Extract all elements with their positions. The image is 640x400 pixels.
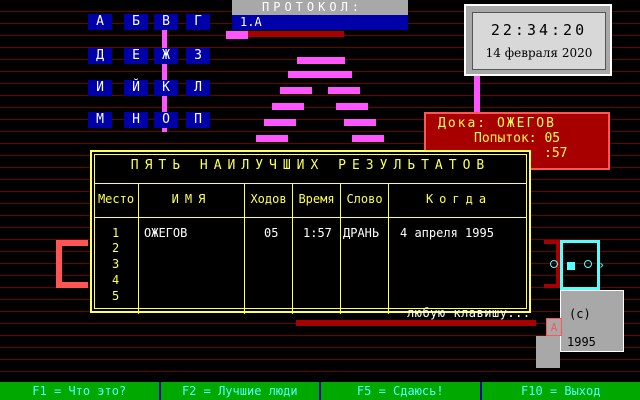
copyright-box: (с) 1995 — [560, 290, 624, 352]
row1-time: 1:57 — [303, 226, 332, 240]
clock-panel: 22:34:20 14 февраля 2020 — [464, 4, 612, 76]
header-word: Слово — [346, 192, 383, 206]
results-title: ПЯТЬ НАИЛУЧШИХ РЕЗУЛЬТАТОВ — [130, 158, 491, 173]
cyan-marker — [567, 262, 575, 270]
rank-3: 3 — [112, 257, 120, 271]
clock-face: 22:34:20 14 февраля 2020 — [472, 12, 606, 70]
header-name: ИМЯ — [171, 192, 212, 206]
row1-when: 4 апреля 1995 — [400, 226, 494, 240]
results-dialog: ПЯТЬ НАИЛУЧШИХ РЕЗУЛЬТАТОВ Место ИМЯ Ход… — [90, 150, 531, 314]
letter-key[interactable]: Н — [124, 112, 148, 128]
row1-word: ДРАНЬ — [343, 226, 380, 240]
letter-key[interactable]: Б — [124, 14, 148, 30]
letter-key[interactable]: П — [186, 112, 210, 128]
letter-key[interactable]: Л — [186, 80, 210, 96]
press-any-key: любую клавишу... — [407, 306, 531, 320]
status-bar: F1 = Что это? F2 = Лучшие люди F5 = Сдаю… — [0, 382, 640, 400]
copyright-year: 1995 — [567, 335, 596, 349]
letter-key[interactable]: М — [88, 112, 112, 128]
letter-key[interactable]: И — [88, 80, 112, 96]
letter-key[interactable]: Й — [124, 80, 148, 96]
f1-help-key[interactable]: F1 = Что это? — [0, 382, 161, 400]
title-separator — [94, 183, 527, 184]
rank-2: 2 — [112, 241, 120, 255]
cyan-frame — [560, 240, 600, 290]
protocol-title: ПРОТОКОЛ: — [232, 0, 408, 15]
f10-exit-key[interactable]: F10 = Выход — [482, 382, 640, 400]
letter-key[interactable]: О — [154, 112, 178, 128]
letter-key[interactable]: К — [154, 80, 178, 96]
rank-5: 5 — [112, 289, 120, 303]
copyright-mark: (с) — [569, 307, 591, 321]
cyan-arrow-icon: › — [598, 258, 606, 272]
copyright-letter: А — [546, 318, 562, 336]
protocol-underline — [232, 31, 344, 37]
letter-key[interactable]: Е — [124, 48, 148, 64]
header-when: Когда — [425, 192, 493, 206]
row1-name: ОЖЕГОВ — [144, 226, 188, 240]
letter-key[interactable]: В — [154, 14, 178, 30]
header-place: Место — [97, 192, 135, 206]
rank-4: 4 — [112, 273, 120, 287]
f5-give-up-key[interactable]: F5 = Сдаюсь! — [321, 382, 482, 400]
header-time: Время — [298, 192, 335, 206]
clock-time: 22:34:20 — [490, 21, 588, 39]
letter-key[interactable]: А — [88, 14, 112, 30]
player-time: :57 — [544, 146, 568, 161]
letter-key[interactable]: Ж — [154, 48, 178, 64]
rank-1: 1 — [112, 226, 120, 240]
player-name: Дока: ОЖЕГОВ — [438, 116, 556, 131]
letter-grid: А Б В Г Д Е Ж З И Й К Л М Н О П — [88, 14, 218, 134]
f2-best-players-key[interactable]: F2 = Лучшие люди — [161, 382, 321, 400]
bottom-red-bar — [296, 320, 536, 326]
protocol-entry: 1.А — [232, 15, 408, 30]
clock-date: 14 февраля 2020 — [485, 46, 593, 60]
protocol-pink-mark — [226, 31, 248, 39]
letter-key[interactable]: З — [186, 48, 210, 64]
clock-connector — [474, 76, 480, 112]
player-attempts: Попыток: 05 — [474, 131, 561, 146]
copyright-shadow — [536, 336, 560, 368]
row1-moves: 05 — [264, 226, 279, 240]
header-separator — [94, 217, 527, 218]
left-bracket — [56, 240, 88, 288]
letter-key[interactable]: Г — [186, 14, 210, 30]
cyan-dot-right — [584, 260, 592, 268]
letter-key[interactable]: Д — [88, 48, 112, 64]
header-moves: Ходов — [250, 192, 287, 206]
cyan-dot-left — [550, 260, 558, 268]
